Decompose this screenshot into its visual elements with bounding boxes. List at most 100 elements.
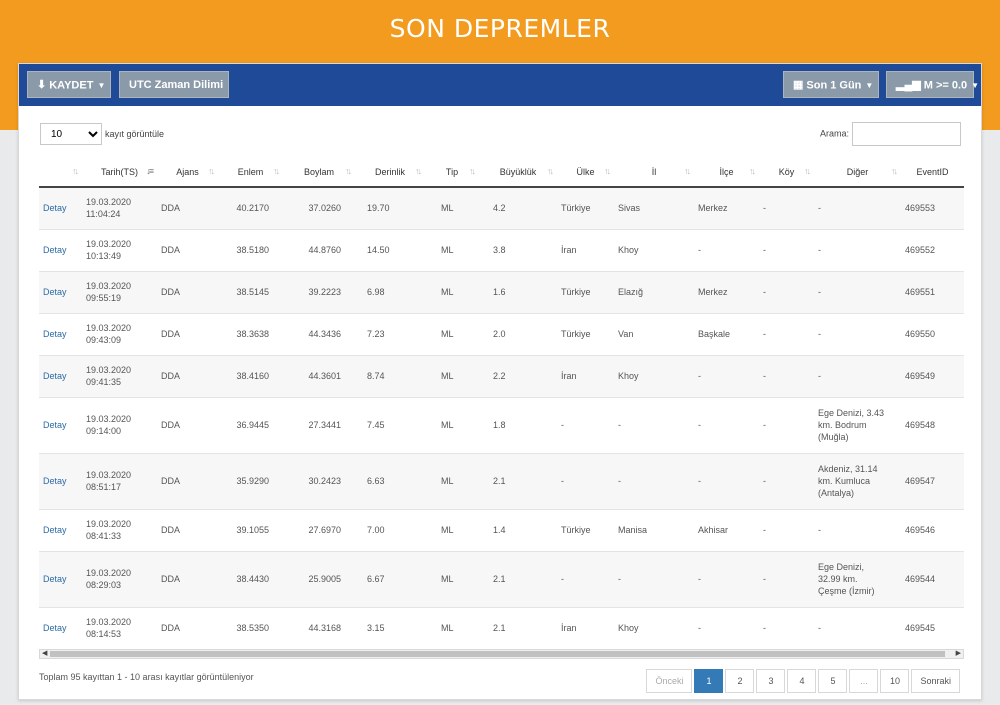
sort-icon: ↑↓ xyxy=(345,166,352,176)
agency-cell: DDA xyxy=(157,606,218,647)
province-cell: Sivas xyxy=(614,186,694,229)
save-button-label: KAYDET xyxy=(49,79,94,92)
column-header-village[interactable]: Köy ↑↓ xyxy=(759,157,814,188)
magnitude-cell: 1.8 xyxy=(479,396,557,453)
village-cell: - xyxy=(759,312,814,355)
depth-cell: 7.00 xyxy=(355,508,425,551)
download-icon: ⬇ xyxy=(37,79,47,92)
event-id-cell: 469550 xyxy=(901,312,964,355)
page-button-4[interactable]: 4 xyxy=(787,669,817,693)
page-button-1[interactable]: 1 xyxy=(694,669,724,693)
detail-link[interactable]: Detay xyxy=(39,270,82,313)
depth-cell: 14.50 xyxy=(355,228,425,271)
detail-link[interactable]: Detay xyxy=(39,452,82,509)
event-id-cell: 469547 xyxy=(901,452,964,509)
page-button-3[interactable]: 3 xyxy=(756,669,786,693)
date-cell: 19.03.2020 11:04:24 xyxy=(82,186,157,229)
country-cell: - xyxy=(557,396,614,453)
caret-down-icon: ▼ xyxy=(97,81,106,90)
magnitude-dropdown-button[interactable]: ▂▄▆ M >= 0.0 ▼ xyxy=(886,71,979,98)
type-cell: ML xyxy=(425,354,479,397)
page-length-select[interactable]: 10 xyxy=(40,123,102,145)
agency-cell: DDA xyxy=(157,312,218,355)
sort-icon: ↑↓ xyxy=(208,166,215,176)
date-cell: 19.03.2020 09:43:09 xyxy=(82,312,157,355)
event-id-cell: 469553 xyxy=(901,186,964,229)
detail-link[interactable]: Detay xyxy=(39,396,82,453)
search-input[interactable] xyxy=(852,122,961,146)
scroll-left-arrow-icon[interactable]: ◀ xyxy=(42,649,47,657)
table-row: Detay 19.03.2020 08:41:33 DDA 39.1055 27.… xyxy=(39,508,964,551)
column-header-lon[interactable]: Boylam ↑↓ xyxy=(283,157,355,188)
agency-cell: DDA xyxy=(157,508,218,551)
detail-link[interactable]: Detay xyxy=(39,508,82,551)
lon-cell: 44.3168 xyxy=(283,606,355,647)
district-cell: Başkale xyxy=(694,312,759,355)
sort-icon: ↑↓ xyxy=(604,166,611,176)
lat-cell: 36.9445 xyxy=(218,396,283,453)
column-header-province[interactable]: İl ↑↓ xyxy=(614,157,694,188)
detail-link[interactable]: Detay xyxy=(39,550,82,607)
province-cell: - xyxy=(614,550,694,607)
detail-link[interactable]: Detay xyxy=(39,186,82,229)
utc-timezone-button[interactable]: UTC Zaman Dilimi xyxy=(119,71,229,98)
province-cell: Manisa xyxy=(614,508,694,551)
table-row: Detay 19.03.2020 09:43:09 DDA 38.3638 44.… xyxy=(39,312,964,355)
pagination: Önceki 1 2 3 4 5 ... 10 Sonraki xyxy=(646,669,960,693)
type-cell: ML xyxy=(425,550,479,607)
column-header-lat[interactable]: Enlem ↑↓ xyxy=(218,157,283,188)
lat-cell: 38.5180 xyxy=(218,228,283,271)
depth-cell: 7.45 xyxy=(355,396,425,453)
column-header[interactable]: ↑↓ xyxy=(39,157,82,188)
detail-link[interactable]: Detay xyxy=(39,606,82,647)
country-cell: İran xyxy=(557,228,614,271)
district-cell: - xyxy=(694,228,759,271)
detail-link[interactable]: Detay xyxy=(39,228,82,271)
table-wrapper: ↑↓ Tarih(TS) ↓≡ Ajans ↑↓ Enlem ↑↓ Boylam ↑↓ … xyxy=(39,157,964,647)
district-cell: Akhisar xyxy=(694,508,759,551)
column-header-date[interactable]: Tarih(TS) ↓≡ xyxy=(82,157,157,188)
page-button-10[interactable]: 10 xyxy=(880,669,910,693)
column-header-agency[interactable]: Ajans ↑↓ xyxy=(157,157,218,188)
detail-link[interactable]: Detay xyxy=(39,354,82,397)
column-header-country[interactable]: Ülke ↑↓ xyxy=(557,157,614,188)
column-header-event-id[interactable]: EventID xyxy=(901,157,964,188)
sort-icon: ↑↓ xyxy=(72,166,79,176)
save-button[interactable]: ⬇ KAYDET ▼ xyxy=(27,71,111,98)
village-cell: - xyxy=(759,550,814,607)
column-header-type[interactable]: Tip ↑↓ xyxy=(425,157,479,188)
country-cell: - xyxy=(557,452,614,509)
previous-page-button[interactable]: Önceki xyxy=(646,669,693,693)
lat-cell: 38.4430 xyxy=(218,550,283,607)
column-header-other[interactable]: Diğer ↑↓ xyxy=(814,157,901,188)
magnitude-cell: 1.6 xyxy=(479,270,557,313)
depth-cell: 3.15 xyxy=(355,606,425,647)
agency-cell: DDA xyxy=(157,550,218,607)
magnitude-cell: 1.4 xyxy=(479,508,557,551)
column-header-district[interactable]: İlçe ↑↓ xyxy=(694,157,759,188)
magnitude-cell: 2.1 xyxy=(479,606,557,647)
column-header-magnitude[interactable]: Büyüklük ↑↓ xyxy=(479,157,557,188)
magnitude-cell: 2.2 xyxy=(479,354,557,397)
country-cell: - xyxy=(557,550,614,607)
scroll-right-arrow-icon[interactable]: ▶ xyxy=(956,649,961,657)
earthquake-panel: ⬇ KAYDET ▼ UTC Zaman Dilimi ▦ Son 1 Gün ▼ ▂▄… xyxy=(18,63,982,700)
next-page-button[interactable]: Sonraki xyxy=(911,669,960,693)
column-header-depth[interactable]: Derinlik ↑↓ xyxy=(355,157,425,188)
page-button-2[interactable]: 2 xyxy=(725,669,755,693)
period-dropdown-button[interactable]: ▦ Son 1 Gün ▼ xyxy=(783,71,879,98)
date-cell: 19.03.2020 09:55:19 xyxy=(82,270,157,313)
scrollbar-thumb[interactable] xyxy=(50,651,945,657)
page-button-5[interactable]: 5 xyxy=(818,669,848,693)
agency-cell: DDA xyxy=(157,186,218,229)
lon-cell: 39.2223 xyxy=(283,270,355,313)
magnitude-cell: 4.2 xyxy=(479,186,557,229)
type-cell: ML xyxy=(425,396,479,453)
detail-link[interactable]: Detay xyxy=(39,312,82,355)
village-cell: - xyxy=(759,452,814,509)
district-cell: Merkez xyxy=(694,186,759,229)
depth-cell: 6.98 xyxy=(355,270,425,313)
caret-down-icon: ▼ xyxy=(865,81,874,90)
horizontal-scrollbar[interactable]: ◀ ▶ xyxy=(39,649,964,659)
table-row: Detay 19.03.2020 09:41:35 DDA 38.4160 44.… xyxy=(39,354,964,397)
